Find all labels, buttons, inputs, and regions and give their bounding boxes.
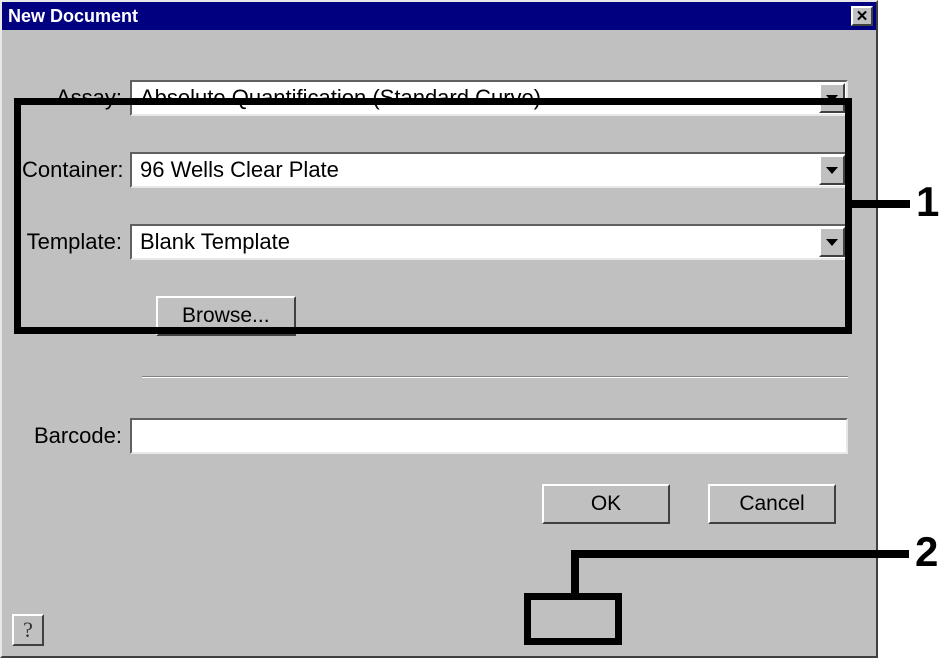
annotation-label-1: 1 — [916, 178, 939, 226]
template-value: Blank Template — [132, 229, 818, 255]
barcode-row: Barcode: — [22, 418, 848, 454]
container-label: Container: — [22, 157, 130, 183]
chevron-down-icon — [826, 167, 838, 174]
help-icon: ? — [23, 617, 33, 643]
close-button[interactable]: ✕ — [851, 6, 873, 26]
window-title: New Document — [8, 6, 138, 27]
help-button[interactable]: ? — [12, 614, 44, 646]
template-row: Template: Blank Template — [22, 224, 848, 260]
dialog-content: Assay: Absolute Quantification (Standard… — [2, 30, 876, 544]
container-value: 96 Wells Clear Plate — [132, 157, 818, 183]
assay-dropdown[interactable]: Absolute Quantification (Standard Curve) — [130, 80, 848, 116]
container-dropdown-button[interactable] — [819, 155, 845, 185]
assay-value: Absolute Quantification (Standard Curve) — [132, 85, 818, 111]
new-document-dialog: New Document ✕ Assay: Absolute Quantific… — [0, 0, 878, 658]
ok-button[interactable]: OK — [542, 484, 670, 524]
annotation-label-2: 2 — [915, 528, 938, 576]
template-dropdown[interactable]: Blank Template — [130, 224, 848, 260]
titlebar: New Document ✕ — [2, 2, 876, 30]
dialog-button-row: OK Cancel — [22, 484, 848, 524]
divider — [142, 376, 848, 378]
browse-row: Browse... — [156, 296, 848, 336]
chevron-down-icon — [826, 95, 838, 102]
barcode-input[interactable] — [130, 418, 848, 454]
assay-label: Assay: — [22, 85, 130, 111]
assay-row: Assay: Absolute Quantification (Standard… — [22, 80, 848, 116]
browse-button[interactable]: Browse... — [156, 296, 296, 336]
template-label: Template: — [22, 229, 130, 255]
chevron-down-icon — [826, 239, 838, 246]
assay-dropdown-button[interactable] — [819, 83, 845, 113]
template-dropdown-button[interactable] — [819, 227, 845, 257]
close-icon: ✕ — [856, 7, 869, 25]
container-row: Container: 96 Wells Clear Plate — [22, 152, 848, 188]
container-dropdown[interactable]: 96 Wells Clear Plate — [130, 152, 848, 188]
barcode-label: Barcode: — [22, 423, 130, 449]
cancel-button[interactable]: Cancel — [708, 484, 836, 524]
